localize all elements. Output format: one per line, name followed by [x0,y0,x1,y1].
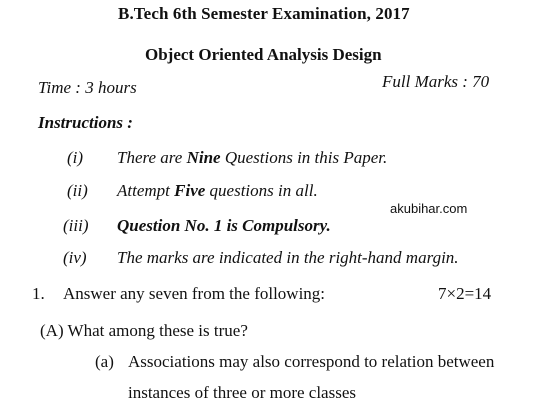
exam-title: B.Tech 6th Semester Examination, 2017 [118,4,410,23]
instruction-number: (ii) [67,181,88,200]
option-text-line: Associations may also correspond to rela… [128,352,495,371]
instruction-text: There are Nine Questions in this Paper. [117,148,388,167]
instructions-heading: Instructions : [38,113,133,132]
sub-question: (A) What among these is true? [40,321,248,340]
question-text: Answer any seven from the following: [63,284,326,303]
watermark-text: akubihar.com [390,201,468,216]
instruction-number: (iv) [63,248,87,267]
question-number: 1. [32,284,45,303]
instruction-text: The marks are indicated in the right-han… [117,248,459,267]
time-allowed: Time : 3 hours [38,78,137,97]
question-marks: 7×2=14 [438,284,492,303]
full-marks: Full Marks : 70 [382,72,490,91]
instruction-text: Attempt Five questions in all. [117,181,318,200]
instruction-text: Question No. 1 is Compulsory. [117,216,331,235]
instruction-number: (i) [67,148,84,167]
subject-title: Object Oriented Analysis Design [145,45,382,64]
instruction-number: (iii) [63,216,89,235]
option-label: (a) [95,352,114,371]
option-text-line: instances of three or more classes [128,383,356,402]
